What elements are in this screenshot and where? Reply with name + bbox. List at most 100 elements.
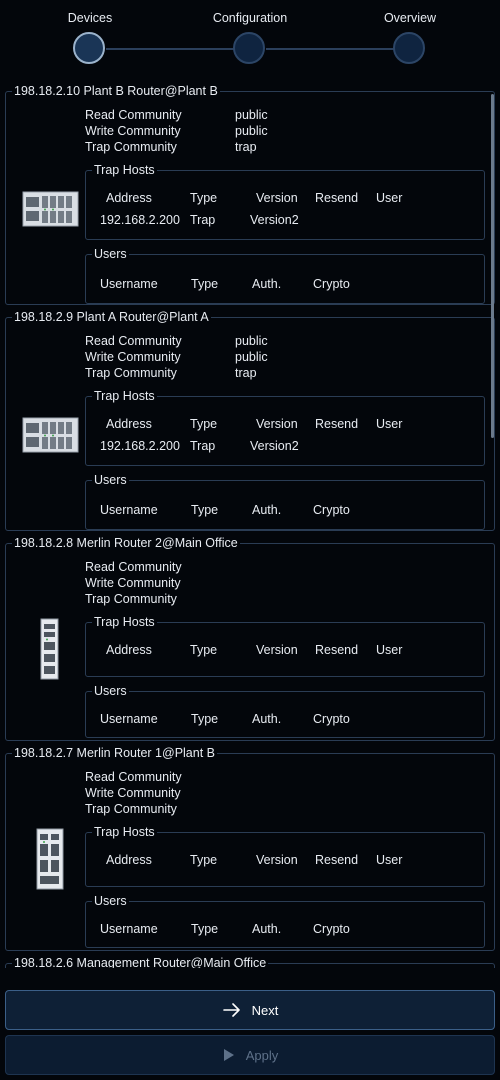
column-header: Type [190,417,218,431]
column-header: User [376,191,403,205]
apply-button[interactable]: Apply [5,1035,495,1075]
trap-host-type: Trap [190,213,216,227]
next-button[interactable]: Next [5,990,495,1030]
trap-community-value: trap [235,140,257,154]
column-header: Type [190,191,218,205]
device-card: 198.18.2.9 Plant A Router@Plant A Read C… [5,310,495,531]
column-header: Type [191,503,219,517]
column-header: Resend [315,417,359,431]
column-header: Resend [315,853,359,867]
step-label-devices: Devices [67,11,113,25]
column-header: Auth. [252,712,282,726]
device-list[interactable]: 198.18.2.10 Plant B Router@Plant B Read … [0,80,500,968]
step-devices[interactable] [73,32,105,64]
column-header: Resend [315,191,359,205]
column-header: User [376,417,403,431]
trap-host-version: Version2 [250,439,299,453]
trap-host-address: 192.168.2.200 [100,439,180,453]
trap-hosts-legend: Trap Hosts [94,163,155,177]
trap-hosts-group: Trap Hosts Address Type Version Resend U… [85,825,485,887]
trap-hosts-legend: Trap Hosts [94,615,155,629]
stepper: Devices Configuration Overview [0,0,500,80]
trap-community-label: Trap Community [85,592,177,606]
column-header: Address [106,417,152,431]
device-title: 198.18.2.10 Plant B Router@Plant B [14,84,218,98]
column-header: Resend [315,643,359,657]
column-header: Type [191,922,219,936]
trap-host-address: 192.168.2.200 [100,213,180,227]
column-header: Username [100,503,158,517]
read-community-value: public [235,108,268,122]
column-header: Version [256,191,298,205]
trap-community-label: Trap Community [85,802,177,816]
users-legend: Users [94,247,127,261]
column-header: Type [190,643,218,657]
device-card: 198.18.2.7 Merlin Router 1@Plant B Read … [5,746,495,951]
trap-hosts-legend: Trap Hosts [94,825,155,839]
users-legend: Users [94,894,127,908]
device-card: 198.18.2.10 Plant B Router@Plant B Read … [5,84,495,305]
trap-community-value: trap [235,366,257,380]
arrow-right-icon [222,1002,242,1018]
users-legend: Users [94,473,127,487]
trap-community-label: Trap Community [85,140,177,154]
users-legend: Users [94,684,127,698]
rack-switch-icon [22,191,79,227]
column-header: User [376,643,403,657]
trap-hosts-group: Trap Hosts Address Type Version Resend U… [85,615,485,677]
column-header: Crypto [313,922,350,936]
column-header: Version [256,417,298,431]
write-community-label: Write Community [85,124,181,138]
column-header: Address [106,191,152,205]
column-header: Version [256,643,298,657]
column-header: Crypto [313,277,350,291]
device-title: 198.18.2.8 Merlin Router 2@Main Office [14,536,238,550]
read-community-label: Read Community [85,108,182,122]
read-community-label: Read Community [85,770,182,784]
write-community-label: Write Community [85,786,181,800]
users-group: Users Username Type Auth. Crypto [85,684,485,738]
device-title: 198.18.2.7 Merlin Router 1@Plant B [14,746,215,760]
write-community-label: Write Community [85,576,181,590]
column-header: Auth. [252,277,282,291]
device-title: 198.18.2.6 Management Router@Main Office [14,956,267,968]
trap-hosts-group: Trap Hosts Address Type Version Resend U… [85,389,485,466]
step-configuration[interactable] [233,32,265,64]
device-title: 198.18.2.9 Plant A Router@Plant A [14,310,209,324]
column-header: Username [100,277,158,291]
column-header: Auth. [252,503,282,517]
column-header: Auth. [252,922,282,936]
trap-hosts-group: Trap Hosts Address Type Version Resend U… [85,163,485,240]
column-header: Crypto [313,712,350,726]
trap-hosts-legend: Trap Hosts [94,389,155,403]
column-header: Address [106,853,152,867]
column-header: Type [191,277,219,291]
din-rail-router-icon [40,618,59,680]
device-card: 198.18.2.8 Merlin Router 2@Main Office R… [5,536,495,741]
write-community-value: public [235,124,268,138]
step-overview[interactable] [393,32,425,64]
scrollbar[interactable] [491,94,494,438]
column-header: User [376,853,403,867]
step-label-configuration: Configuration [212,11,288,25]
column-header: Username [100,712,158,726]
write-community-value: public [235,350,268,364]
step-connector [266,48,394,50]
trap-host-version: Version2 [250,213,299,227]
column-header: Crypto [313,503,350,517]
users-group: Users Username Type Auth. Crypto [85,247,485,304]
trap-host-type: Trap [190,439,216,453]
users-group: Users Username Type Auth. Crypto [85,473,485,530]
din-rail-router-icon [36,828,64,890]
column-header: Type [191,712,219,726]
column-header: Type [190,853,218,867]
column-header: Username [100,922,158,936]
trap-community-label: Trap Community [85,366,177,380]
apply-label: Apply [245,1047,279,1063]
step-label-overview: Overview [383,11,437,25]
column-header: Address [106,643,152,657]
read-community-label: Read Community [85,334,182,348]
read-community-value: public [235,334,268,348]
step-connector [106,48,234,50]
users-group: Users Username Type Auth. Crypto [85,894,485,948]
